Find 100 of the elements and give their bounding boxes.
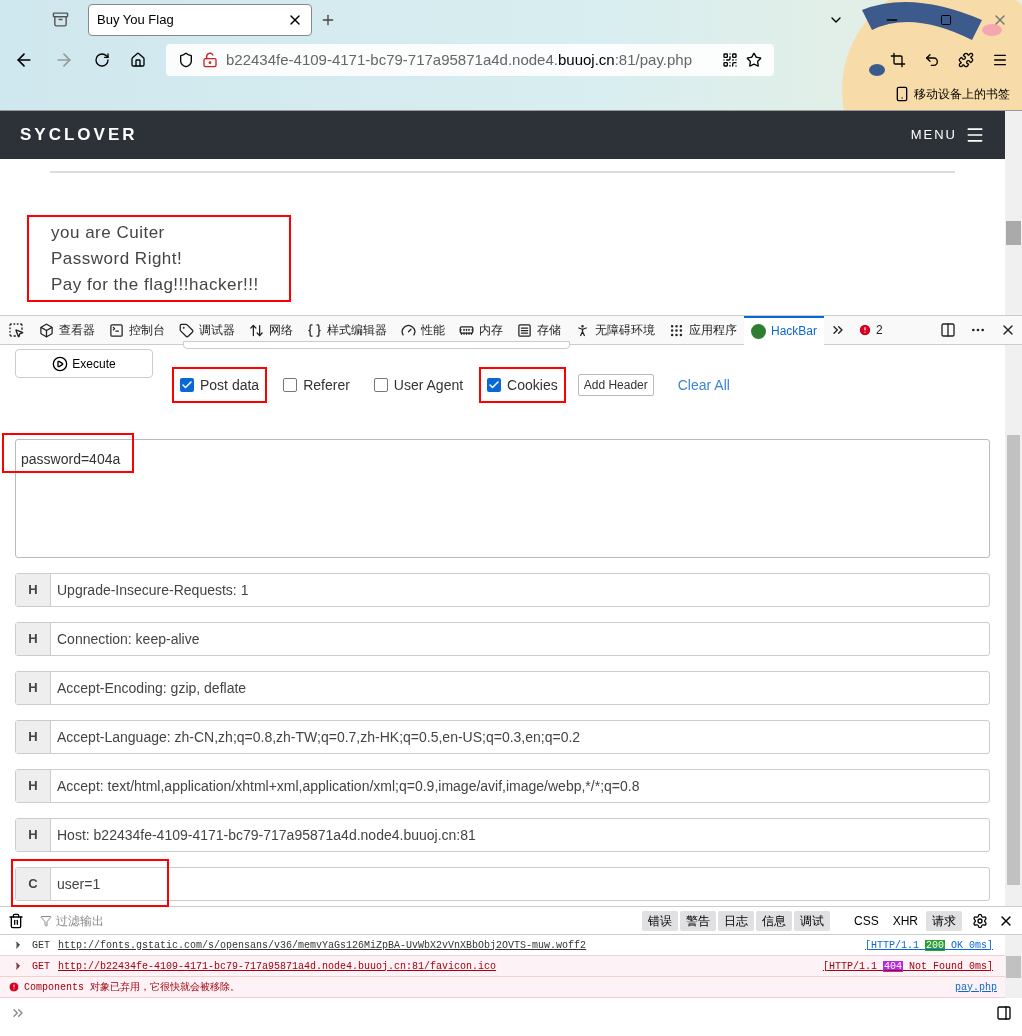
header-row[interactable]: H Accept: text/html,application/xhtml+xml,application/xml;q=0.9,image/avif,image/webp,*/*;q=0.8 (15, 769, 990, 803)
menu-icon[interactable] (992, 52, 1008, 68)
log-level-toggle[interactable]: 警告 (679, 910, 716, 931)
header-row[interactable]: H Accept-Language: zh-CN,zh;q=0.8,zh-TW;q=0.7,zh-HK;q=0.5,en-US;q=0.3,en;q=0.2 (15, 720, 990, 754)
log-level-toggle[interactable]: 调试 (793, 910, 830, 931)
log-level-toggle[interactable]: 信息 (755, 910, 792, 931)
devtools-tab[interactable]: HackBar (744, 315, 824, 345)
post-body-field[interactable]: password=404a (15, 439, 990, 558)
checkbox[interactable] (283, 378, 298, 392)
header-type: C (16, 868, 51, 900)
hackbar-logo-icon (751, 323, 766, 339)
dock-icon[interactable] (940, 322, 956, 338)
log-url[interactable]: http://b22434fe-4109-4171-bc79-717a95871a4d.node4.buuoj.cn:81/favicon.ico (58, 958, 497, 974)
header-value: user=1 (56, 874, 102, 894)
tab-list-icon[interactable] (52, 11, 69, 28)
person-icon (575, 322, 590, 338)
option-checkbox[interactable]: Cookies (487, 374, 558, 396)
filter-field[interactable]: 过滤输出 (40, 911, 104, 930)
gauge-icon (401, 322, 416, 338)
checkbox[interactable] (180, 378, 194, 392)
home-icon[interactable] (130, 52, 146, 68)
grid-icon (669, 322, 684, 338)
header-type: H (16, 819, 51, 851)
devtools-tab[interactable]: 内存 (452, 315, 510, 345)
devtools-tab[interactable]: 控制台 (102, 315, 172, 345)
header-type: H (16, 672, 51, 704)
log-source[interactable]: pay.php (955, 979, 997, 995)
option-checkbox[interactable]: User Agent (373, 374, 464, 396)
bookmarks-label[interactable]: 移动设备上的书签 (914, 85, 1010, 103)
clear-all-link[interactable]: Clear All (677, 374, 730, 396)
storage-icon (517, 322, 532, 338)
menu-icon[interactable] (965, 125, 985, 145)
header-value: Connection: keep-alive (56, 629, 201, 649)
header-row[interactable]: H Connection: keep-alive (15, 622, 990, 656)
checkbox[interactable] (373, 378, 388, 392)
log-level-toggle[interactable]: 日志 (717, 910, 754, 931)
puzzle-icon[interactable] (958, 52, 974, 68)
header-row[interactable]: H Upgrade-Insecure-Requests: 1 (15, 573, 990, 607)
header-value: Upgrade-Insecure-Requests: 1 (56, 580, 250, 600)
url-text: b22434fe-4109-4171-bc79-717a95871a4d.node4.buuoj.cn:81/pay.php (226, 49, 692, 70)
add-header-button[interactable]: Add Header (577, 374, 654, 396)
header-type: H (16, 770, 51, 802)
header-row[interactable]: H Host: b22434fe-4109-4171-bc79-717a95871a4d.node4.buuoj.cn:81 (15, 818, 990, 852)
network-log-row[interactable]: GET http://b22434fe-4109-4171-bc79-717a95871a4d.node4.buuoj.cn:81/favicon.ico [HTTP/1.1 404 Not Found 0ms] (0, 956, 1005, 977)
request-type-toggle[interactable]: CSS (847, 910, 885, 931)
menu-button[interactable]: MENU (910, 125, 985, 145)
header-row[interactable]: C user=1 (15, 867, 990, 901)
checkbox[interactable] (487, 378, 502, 392)
header-value: Accept: text/html,application/xhtml+xml,application/xml;q=0.9,image/avif,image/webp,*/*;q=0.8 (56, 776, 641, 796)
qr-code-icon[interactable] (722, 52, 738, 68)
error-count[interactable]: 2 (858, 321, 883, 339)
option-checkbox[interactable]: Referer (283, 374, 350, 396)
sidebar-toggle-icon[interactable] (996, 1005, 1012, 1021)
url-field[interactable] (183, 341, 570, 349)
log-level-toggle[interactable]: 错误 (641, 910, 678, 931)
execute-button[interactable]: Execute (15, 349, 153, 378)
log-method: GET (32, 959, 50, 974)
settings-icon[interactable] (972, 912, 988, 929)
message-line: Password Right! (51, 248, 184, 270)
request-type-toggle[interactable]: 请求 (926, 910, 962, 931)
browser-tab[interactable]: Buy You Flag (88, 4, 312, 36)
phone-icon (894, 86, 910, 102)
log-message: Components 对象已弃用，它很快就会被移除。 (24, 980, 240, 995)
terminal-icon (109, 322, 124, 338)
devtools-tab[interactable]: 存储 (510, 315, 568, 345)
address-bar[interactable]: b22434fe-4109-4171-bc79-717a95871a4d.node4.buuoj.cn:81/pay.php (166, 44, 774, 76)
header-type: H (16, 721, 51, 753)
devtools-tab[interactable]: 调试器 (172, 315, 242, 345)
message-line: you are Cuiter (51, 222, 166, 244)
picker-icon[interactable] (8, 322, 24, 338)
trash-icon[interactable] (8, 912, 24, 929)
log-url[interactable]: http://fonts.gstatic.com/s/opensans/v36/memvYaGs126MiZpBA-UvWbX2vVnXBbObj2OVTS-muw.woff2 (58, 937, 587, 953)
header-value: Accept-Language: zh-CN,zh;q=0.8,zh-TW;q=0.7,zh-HK;q=0.5,en-US;q=0.3,en;q=0.2 (56, 727, 582, 747)
devtools-tab[interactable]: 查看器 (32, 315, 102, 345)
request-type-toggle[interactable]: XHR (886, 910, 924, 931)
header-value: Accept-Encoding: gzip, deflate (56, 678, 248, 698)
devtools-tab[interactable]: 样式编辑器 (300, 315, 394, 345)
crop-icon[interactable] (890, 52, 906, 68)
braces-icon (307, 322, 322, 338)
reload-icon[interactable] (94, 52, 110, 68)
devtools-tab[interactable]: 网络 (242, 315, 300, 345)
devtools-tab[interactable]: 无障碍环境 (568, 315, 662, 345)
arrows-icon (249, 322, 264, 338)
check-icon (181, 379, 193, 391)
site-brand[interactable]: SYCLOVER (20, 122, 138, 148)
log-status[interactable]: [HTTP/1.1 200 OK 0ms] (864, 937, 993, 953)
error-icon (8, 981, 20, 993)
insecure-lock-icon (202, 52, 218, 68)
log-status[interactable]: [HTTP/1.1 404 Not Found 0ms] (822, 958, 993, 974)
maximize-icon[interactable] (940, 14, 952, 26)
log-method: GET (32, 938, 50, 953)
devtools-tab[interactable]: 应用程序 (662, 315, 744, 345)
option-checkbox[interactable]: Post data (180, 374, 260, 396)
new-tab-icon[interactable] (320, 12, 336, 28)
tag-icon (179, 322, 194, 338)
header-row[interactable]: H Accept-Encoding: gzip, deflate (15, 671, 990, 705)
undo-icon[interactable] (924, 52, 940, 68)
error-icon (858, 323, 872, 337)
devtools-tab[interactable]: 性能 (394, 315, 452, 345)
star-icon[interactable] (746, 52, 762, 68)
